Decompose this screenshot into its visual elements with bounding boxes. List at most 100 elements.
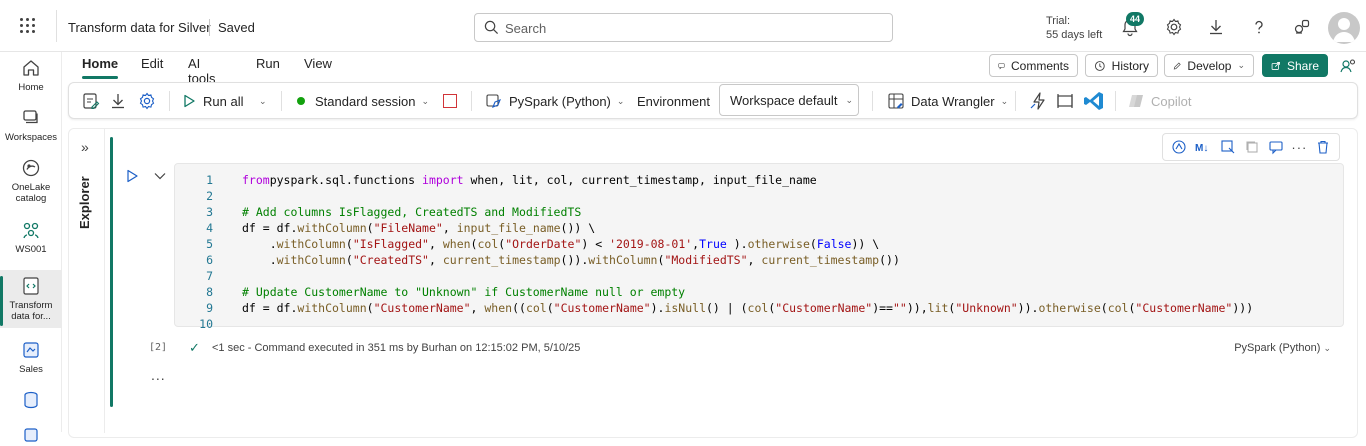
vscode-icon[interactable] — [1083, 90, 1105, 112]
code-token: "" — [892, 301, 907, 315]
notebook-settings-icon[interactable] — [81, 91, 101, 111]
markdown-icon[interactable]: M↓ — [1195, 139, 1213, 155]
delete-icon[interactable] — [1315, 139, 1331, 155]
code-token: input_file_name — [456, 221, 561, 235]
code-token: )== — [872, 301, 893, 315]
share-feedback-icon[interactable] — [1292, 17, 1312, 37]
divider — [1115, 91, 1116, 111]
copy-icon[interactable] — [1244, 139, 1260, 155]
code-token: "CustomerName" — [775, 301, 873, 315]
nav-label: Home — [18, 82, 44, 93]
code-token: import — [422, 173, 464, 187]
explorer-label[interactable]: Explorer — [77, 176, 92, 229]
comments-button[interactable]: Comments — [989, 54, 1078, 77]
history-button[interactable]: History — [1085, 54, 1158, 77]
download-notebook-icon[interactable] — [109, 91, 127, 111]
nav-more-item[interactable] — [0, 424, 62, 442]
code-token: ( — [366, 221, 374, 235]
code-token: "IsFlagged" — [352, 237, 429, 251]
line-number: 10 — [199, 317, 213, 331]
tab-home[interactable]: Home — [82, 56, 119, 79]
language-icon — [486, 94, 501, 108]
environment-dropdown[interactable]: Workspace default ⌄ — [719, 84, 859, 116]
code-token: True — [699, 237, 727, 251]
run-cell-icon[interactable] — [125, 169, 139, 183]
code-token: )). — [1017, 301, 1039, 315]
copilot-button[interactable]: Copilot — [1127, 83, 1191, 119]
gear-icon[interactable] — [137, 91, 157, 111]
search-box[interactable] — [474, 13, 893, 42]
execution-status: <1 sec - Command executed in 351 ms by B… — [212, 342, 581, 354]
item-icon — [24, 428, 38, 442]
nav-transform-notebook[interactable]: Transform data for... — [0, 270, 62, 328]
nav-workspaces[interactable]: Workspaces — [0, 106, 62, 150]
nav-label: Workspaces — [4, 132, 58, 143]
run-all-button[interactable]: Run all — [181, 83, 243, 119]
comment-icon[interactable] — [1268, 139, 1284, 155]
code-line[interactable]: 1 frompyspark.sql.functions import when, … — [175, 172, 1343, 188]
run-all-label: Run all — [203, 93, 244, 109]
share-label: Share — [1286, 58, 1319, 73]
code-token: () | ( — [706, 301, 748, 315]
code-line[interactable]: 2 — [175, 188, 1343, 204]
notebook-title[interactable]: Transform data for Silver — [68, 20, 211, 35]
code-line[interactable]: 7 — [175, 268, 1343, 284]
nav-sales[interactable]: Sales — [0, 338, 62, 382]
gear-icon[interactable] — [1164, 17, 1184, 37]
code-token: "CustomerName" — [1135, 301, 1233, 315]
environment-value: Workspace default — [730, 92, 838, 108]
tab-edit[interactable]: Edit — [141, 56, 163, 71]
code-line[interactable]: 8 # Update CustomerName to "Unknown" if C… — [175, 284, 1343, 300]
divider — [169, 91, 170, 111]
copilot-icon — [1129, 95, 1143, 107]
code-token: when, lit, col, current_timestamp, input… — [463, 173, 817, 187]
code-line[interactable]: 5 .withColumn("IsFlagged", when(col("Ord… — [175, 236, 1343, 252]
saved-status[interactable]: Saved — [218, 20, 255, 35]
add-cell-more[interactable]: ... — [151, 367, 166, 383]
collaborators-icon[interactable] — [1338, 56, 1358, 76]
stop-session-button[interactable] — [443, 83, 457, 119]
nav-onelake-catalog[interactable]: OneLake catalog — [0, 156, 62, 210]
lock-cell-icon[interactable] — [1220, 139, 1236, 155]
code-token: when — [484, 301, 513, 315]
chevron-down-icon: ⌄ — [259, 95, 267, 106]
divider — [1015, 91, 1016, 111]
run-options-dropdown[interactable]: ⌄ — [259, 83, 267, 119]
ai-functions-icon[interactable] — [1029, 91, 1049, 111]
code-line[interactable]: 4 df = df.withColumn("FileName", input_fi… — [175, 220, 1343, 236]
code-token: ()) — [879, 253, 900, 267]
code-token: , — [747, 253, 762, 267]
code-line[interactable]: 6 .withColumn("CreatedTS", current_times… — [175, 252, 1343, 268]
download-icon[interactable] — [1206, 17, 1226, 37]
help-icon[interactable] — [1249, 17, 1269, 37]
code-token: "ModifiedTS" — [664, 253, 748, 267]
nav-ws001[interactable]: WS001 — [0, 218, 62, 262]
code-editor[interactable]: 1 frompyspark.sql.functions import when, … — [174, 163, 1344, 331]
trial-status[interactable]: Trial: 55 days left — [1046, 14, 1102, 42]
cell-language-dropdown[interactable]: PySpark (Python) ⌄ — [1234, 342, 1331, 354]
chevron-down-icon[interactable] — [153, 169, 167, 183]
expand-explorer-icon[interactable]: » — [81, 139, 89, 155]
history-icon — [1094, 60, 1105, 71]
develop-button[interactable]: Develop ⌄ — [1164, 54, 1254, 77]
share-button[interactable]: Share — [1262, 54, 1328, 77]
tab-run[interactable]: Run — [256, 56, 280, 71]
language-dropdown[interactable]: PySpark (Python) ⌄ — [485, 83, 624, 119]
search-input[interactable] — [505, 19, 875, 37]
nav-database[interactable] — [0, 388, 62, 418]
nav-home[interactable]: Home — [0, 56, 62, 100]
pencil-icon — [1173, 62, 1181, 69]
code-token: ( — [366, 301, 374, 315]
more-options-icon[interactable]: ··· — [1291, 140, 1307, 155]
app-launcher-icon[interactable] — [20, 18, 36, 34]
resources-icon[interactable] — [1055, 91, 1075, 111]
code-line[interactable]: 9 df = df.withColumn("CustomerName", when… — [175, 300, 1343, 316]
code-line[interactable]: 3 # Add columns IsFlagged, CreatedTS and … — [175, 204, 1343, 220]
session-dropdown[interactable]: Standard session ⌄ — [297, 83, 429, 119]
tab-view[interactable]: View — [304, 56, 332, 71]
code-line[interactable]: 10 — [175, 316, 1343, 332]
copilot-cell-icon[interactable] — [1171, 139, 1187, 155]
data-wrangler-dropdown[interactable]: Data Wrangler ⌄ — [887, 83, 1008, 119]
code-token: withColumn — [297, 301, 367, 315]
avatar[interactable] — [1328, 12, 1360, 44]
